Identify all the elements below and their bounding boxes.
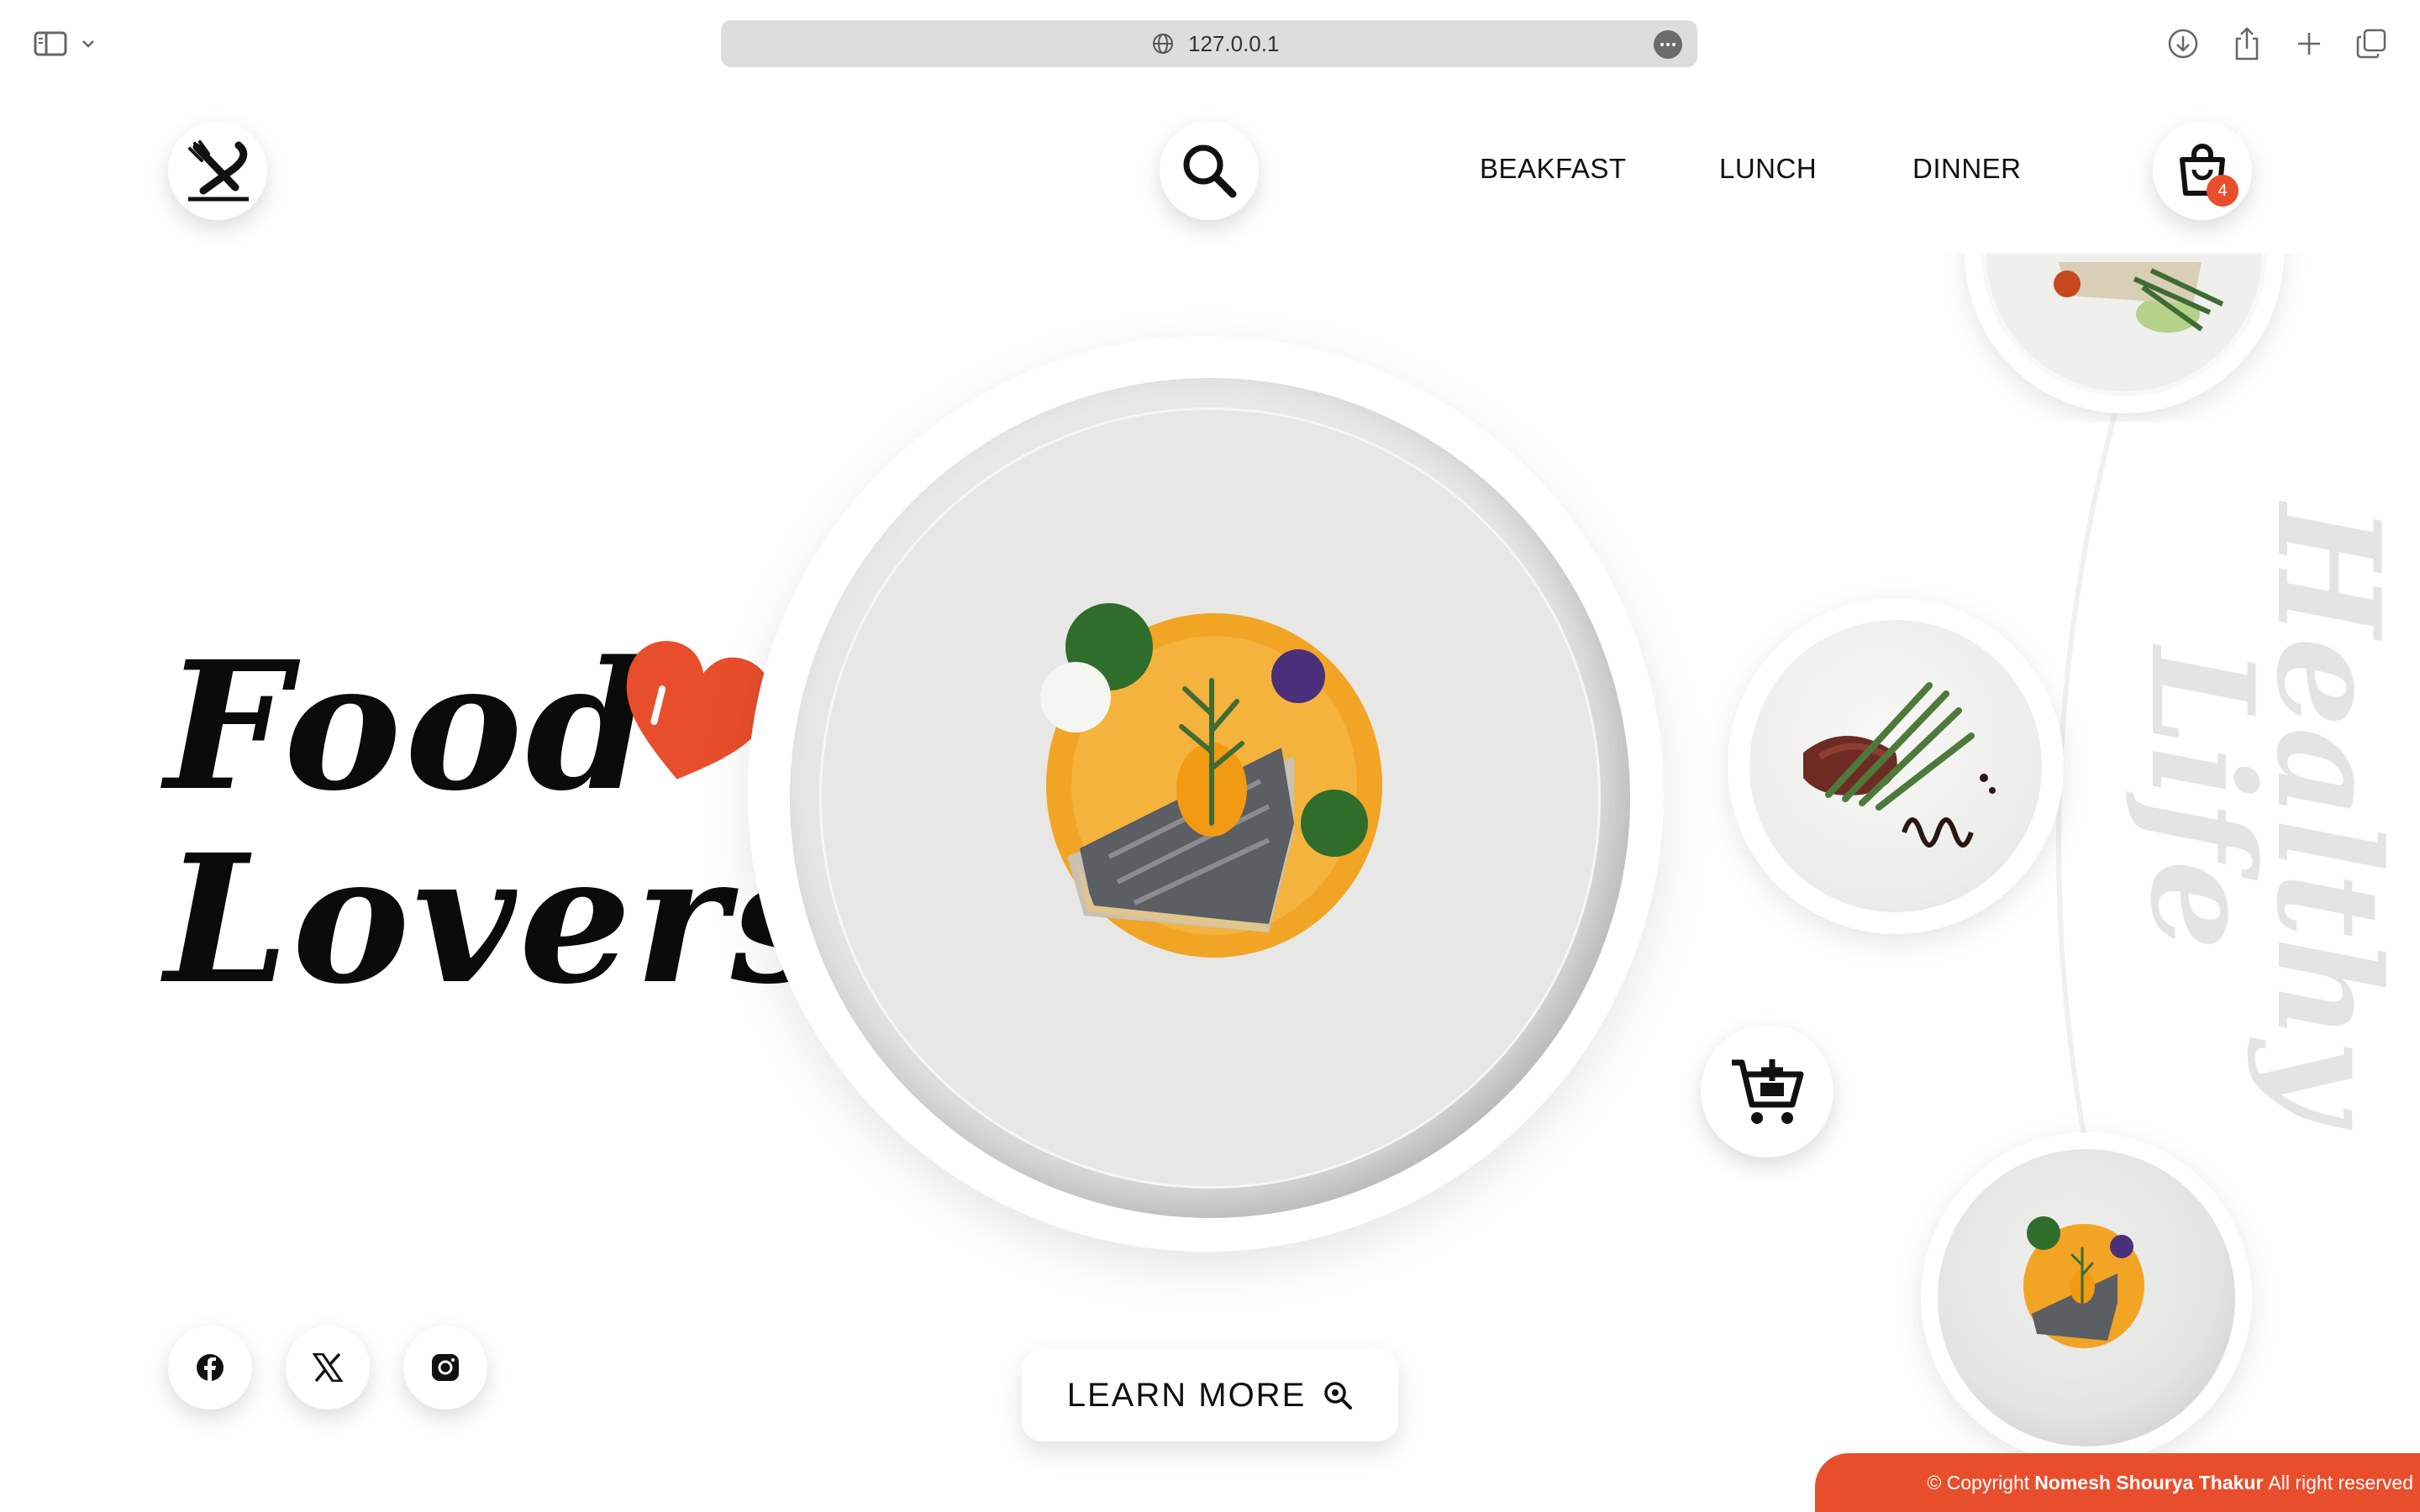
fork-knife-icon — [188, 140, 249, 202]
more-icon[interactable] — [1654, 30, 1682, 59]
share-icon[interactable] — [2225, 22, 2269, 66]
hero-title-line-2: Lovers — [165, 816, 834, 1023]
cart-plus-icon — [1732, 1059, 1804, 1124]
learn-more-label: LEARN MORE — [1066, 1376, 1307, 1414]
instagram-icon — [432, 1354, 459, 1381]
main-dish-image — [1040, 603, 1382, 958]
url-text: 127.0.0.1 — [1188, 31, 1280, 56]
zoom-icon — [1324, 1382, 1353, 1410]
instagram-button[interactable] — [403, 1326, 487, 1410]
download-icon[interactable] — [2161, 22, 2205, 66]
search-icon — [1183, 144, 1237, 198]
footer-copyright: © Copyright Nomesh Shourya Thakur All ri… — [1815, 1453, 2420, 1512]
facebook-button[interactable] — [168, 1326, 252, 1410]
cart-button[interactable] — [2153, 121, 2252, 220]
nav-link-lunch[interactable]: LUNCH — [1719, 153, 1817, 185]
middle-dish-image — [1803, 682, 1996, 848]
logo-button[interactable] — [168, 121, 267, 220]
footer-author: Nomesh Shourya Thakur — [2034, 1471, 2264, 1494]
bottom-dish-image — [2023, 1216, 2144, 1348]
top-plate-crop — [1941, 254, 2311, 422]
browser-toolbar: 127.0.0.1 — [0, 0, 2420, 84]
footer-prefix: © Copyright — [1927, 1471, 2030, 1494]
globe-icon — [1153, 34, 1173, 54]
top-dish-image — [2054, 262, 2224, 333]
hero-title-line-1: Food — [165, 622, 653, 830]
nav-link-breakfast[interactable]: BEAKFAST — [1480, 153, 1627, 185]
add-to-cart-button[interactable] — [1701, 1025, 1833, 1158]
x-button[interactable] — [286, 1326, 370, 1410]
address-bar[interactable]: 127.0.0.1 — [721, 20, 1697, 67]
facebook-icon — [197, 1354, 224, 1382]
nav-link-dinner[interactable]: DINNER — [1912, 153, 2022, 185]
tabs-overview-icon[interactable] — [2349, 22, 2393, 66]
search-button[interactable] — [1160, 121, 1259, 220]
sidebar-icon[interactable] — [29, 22, 72, 66]
cart-count-badge: 4 — [2207, 175, 2238, 207]
chevron-down-icon[interactable] — [76, 22, 101, 66]
x-icon — [313, 1353, 343, 1382]
footer-suffix: All right reserved — [2268, 1471, 2413, 1494]
learn-more-button[interactable]: LEARN MORE — [1022, 1349, 1398, 1441]
vertical-title-life: Life — [2119, 647, 2286, 951]
new-tab-icon[interactable] — [2287, 22, 2331, 66]
